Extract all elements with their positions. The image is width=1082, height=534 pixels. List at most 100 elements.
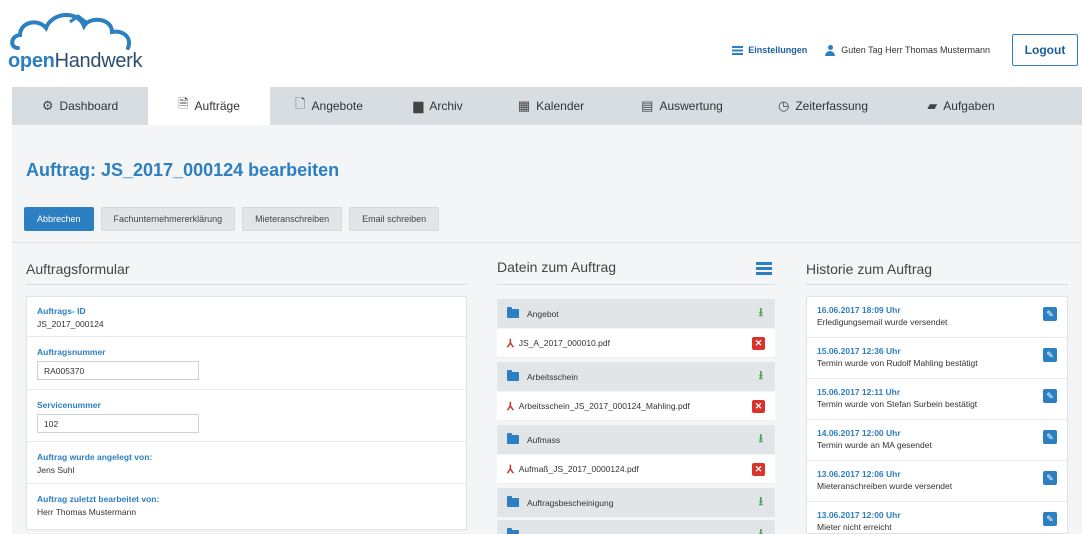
folder-icon (507, 496, 519, 507)
order-form: Auftrags- ID JS_2017_000124 Auftragsnumm… (26, 296, 467, 530)
document-icon: 🗎 (178, 96, 189, 111)
delete-icon[interactable]: ✕ (752, 462, 765, 476)
download-icon[interactable]: ⭳ (759, 429, 763, 450)
history-item: 13.06.2017 12:06 Uhr Mieteranschreiben w… (807, 461, 1067, 502)
edit-icon[interactable]: ✎ (1043, 307, 1057, 321)
tab-kalender[interactable]: ▦ Kalender (488, 87, 614, 125)
settings-label: Einstellungen (748, 45, 808, 55)
folder-icon (507, 307, 519, 318)
history-title-underline (806, 284, 1068, 285)
history-item: 15.06.2017 12:11 Uhr Termin wurde von St… (807, 379, 1067, 420)
tab-auswertung[interactable]: ▤ Auswertung (614, 87, 750, 125)
field-value: JS_2017_000124 (37, 319, 104, 329)
download-icon[interactable]: ⭳ (759, 524, 763, 534)
logo[interactable]: openHandwerk (8, 8, 148, 78)
form-field-created-by: Auftrag wurde angelegt von: Jens Suhl (27, 442, 466, 484)
greeting-text: Guten Tag Herr Thomas Mustermann (841, 45, 990, 55)
cancel-button[interactable]: Abbrechen (24, 207, 94, 231)
user-greeting: Guten Tag Herr Thomas Mustermann (825, 44, 990, 56)
history-date: 14.06.2017 12:00 Uhr (817, 428, 901, 438)
folder-row[interactable]: Aufmass ⭳ (497, 425, 775, 454)
history-text: Mieteranschreiben wurde versendet (817, 481, 953, 491)
calendar-icon: ▦ (517, 98, 531, 113)
tab-auftraege[interactable]: 🗎 Aufträge (148, 87, 270, 125)
download-icon[interactable]: ⭳ (759, 492, 763, 513)
field-value: Herr Thomas Mustermann (37, 507, 137, 517)
file-row[interactable]: ⅄ Arbeitsschein_JS_2017_000124_Mahling.pd… (497, 392, 775, 421)
service-number-input[interactable]: 102 (37, 414, 199, 433)
folder-icon (507, 433, 519, 444)
tab-aufgaben[interactable]: ▰ Aufgaben (896, 87, 1026, 125)
clock-icon: ◷ (777, 98, 790, 113)
page-title: Auftrag: JS_2017_000124 bearbeiten (26, 160, 340, 180)
delete-icon[interactable]: ✕ (752, 336, 765, 350)
tab-zeiterfassung[interactable]: ◷ Zeiterfassung (750, 87, 896, 125)
history-list: 16.06.2017 18:09 Uhr Erledigungsemail wu… (806, 296, 1068, 534)
folder-row[interactable]: ⭳ (497, 520, 775, 534)
delete-icon[interactable]: ✕ (752, 399, 765, 413)
menu-icon (732, 45, 744, 55)
files-title-underline (497, 284, 775, 285)
field-label: Auftrags- ID (37, 306, 86, 316)
folder-row[interactable]: Arbeitsschein ⭳ (497, 362, 775, 391)
folder-icon (507, 528, 519, 534)
history-item: 14.06.2017 12:00 Uhr Termin wurde an MA … (807, 420, 1067, 461)
history-item: 16.06.2017 18:09 Uhr Erledigungsemail wu… (807, 297, 1067, 338)
edit-icon[interactable]: ✎ (1043, 348, 1057, 362)
form-field-id: Auftrags- ID JS_2017_000124 (27, 297, 466, 337)
tab-angebote[interactable]: 🗋 Angebote (270, 87, 388, 125)
download-icon[interactable]: ⭳ (759, 303, 763, 324)
files-title: Datein zum Auftrag (497, 259, 617, 275)
form-field-edited-by: Auftrag zuletzt bearbeitet von: Herr Tho… (27, 484, 466, 529)
form-field-service-number: Servicenummer 102 (27, 390, 466, 442)
download-icon[interactable]: ⭳ (759, 366, 763, 387)
folder-row[interactable]: Angebot ⭳ (497, 299, 775, 328)
history-text: Termin wurde an MA gesendet (817, 440, 932, 450)
history-text: Termin wurde von Rudolf Mahling bestätig… (817, 358, 978, 368)
book-icon: ▰ (927, 98, 938, 113)
edit-icon[interactable]: ✎ (1043, 430, 1057, 444)
cloud-logo-icon (10, 13, 131, 50)
edit-icon[interactable]: ✎ (1043, 471, 1057, 485)
pdf-icon: ⅄ (507, 400, 514, 413)
form-title-underline (26, 284, 467, 285)
form-field-order-number: Auftragsnummer RA005370 (27, 337, 466, 390)
file-icon: 🗋 (295, 96, 306, 111)
history-date: 13.06.2017 12:00 Uhr (817, 510, 901, 520)
edit-icon[interactable]: ✎ (1043, 389, 1057, 403)
user-icon (825, 44, 836, 56)
field-value: Jens Suhl (37, 465, 75, 475)
pdf-icon: ⅄ (507, 337, 514, 350)
order-number-input[interactable]: RA005370 (37, 361, 199, 380)
history-text: Termin wurde von Stefan Surbein bestätig… (817, 399, 978, 409)
edit-icon[interactable]: ✎ (1043, 512, 1057, 526)
history-title: Historie zum Auftrag (806, 261, 933, 277)
tab-dashboard[interactable]: ⚙ Dashboard (12, 87, 148, 125)
field-label: Auftrag wurde angelegt von: (37, 452, 153, 462)
logout-button[interactable]: Logout (1012, 34, 1078, 66)
archive-icon: ▆ (413, 98, 424, 113)
declaration-button[interactable]: Fachunternehmererklärung (100, 207, 236, 231)
history-item: 15.06.2017 12:36 Uhr Termin wurde von Ru… (807, 338, 1067, 379)
pdf-icon: ⅄ (507, 463, 514, 476)
history-date: 13.06.2017 12:06 Uhr (817, 469, 901, 479)
form-title: Auftragsformular (26, 261, 130, 277)
top-nav: Einstellungen Guten Tag Herr Thomas Must… (732, 34, 1082, 66)
tab-archiv[interactable]: ▆ Archiv (388, 87, 488, 125)
file-row[interactable]: ⅄ Aufmaß_JS_2017_0000124.pdf ✕ (497, 455, 775, 484)
field-label: Auftrag zuletzt bearbeitet von: (37, 494, 160, 504)
files-list: Angebot ⭳ ⅄ JS_A_2017_000010.pdf ✕ Arbeitss… (497, 296, 775, 534)
history-text: Erledigungsemail wurde versendet (817, 317, 948, 327)
folder-row[interactable]: Auftragsbescheinigung ⭳ (497, 488, 775, 517)
history-date: 15.06.2017 12:36 Uhr (817, 346, 901, 356)
history-item: 13.06.2017 12:00 Uhr Mieter nicht erreic… (807, 502, 1067, 533)
list-view-icon[interactable] (756, 262, 772, 275)
settings-link[interactable]: Einstellungen (732, 45, 807, 55)
email-button[interactable]: Email schreiben (349, 207, 440, 231)
dashboard-icon: ⚙ (41, 98, 54, 113)
folder-icon (507, 370, 519, 381)
history-date: 16.06.2017 18:09 Uhr (817, 305, 901, 315)
tenant-letter-button[interactable]: Mieteranschreiben (242, 207, 343, 231)
file-row[interactable]: ⅄ JS_A_2017_000010.pdf ✕ (497, 329, 775, 358)
action-bar: Abbrechen Fachunternehmererklärung Miete… (24, 207, 440, 231)
